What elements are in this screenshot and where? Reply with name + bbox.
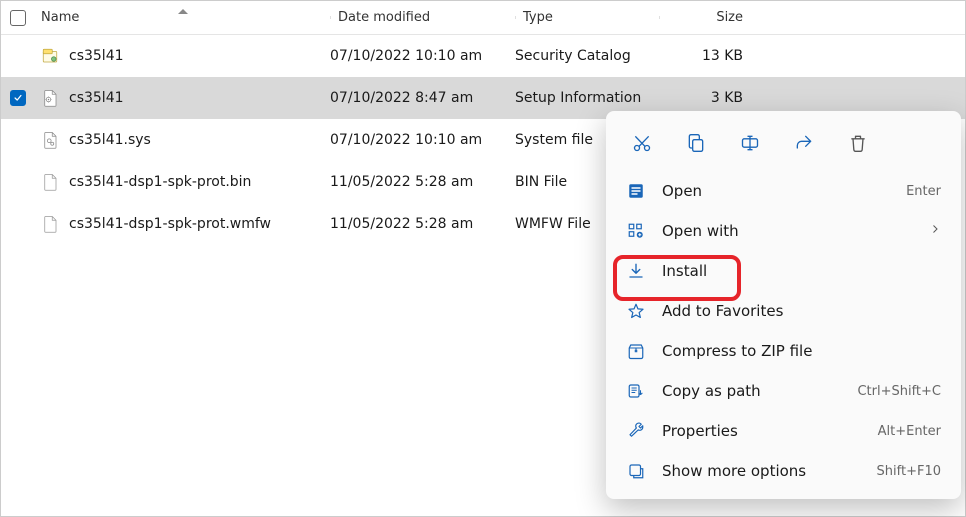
menu-properties[interactable]: Properties Alt+Enter: [614, 411, 953, 451]
file-date: 07/10/2022 10:10 am: [330, 132, 515, 148]
copy-icon: [686, 133, 706, 153]
file-name: cs35l41.sys: [69, 132, 151, 148]
file-name: cs35l41-dsp1-spk-prot.bin: [69, 174, 251, 190]
share-icon: [794, 133, 814, 153]
menu-open-with[interactable]: Open with: [614, 211, 953, 251]
file-name: cs35l41: [69, 48, 124, 64]
menu-open-accel: Enter: [906, 184, 941, 199]
open-with-icon: [626, 221, 646, 241]
menu-properties-accel: Alt+Enter: [878, 424, 941, 439]
properties-icon: [626, 421, 646, 441]
copy-path-icon: [626, 381, 646, 401]
file-type: Setup Information: [515, 90, 659, 106]
quick-actions-row: [614, 119, 953, 171]
file-type: Security Catalog: [515, 48, 659, 64]
open-icon: [626, 181, 646, 201]
file-date: 11/05/2022 5:28 am: [330, 174, 515, 190]
share-button[interactable]: [786, 127, 822, 159]
rename-button[interactable]: [732, 127, 768, 159]
menu-favorites-label: Add to Favorites: [662, 302, 941, 320]
copy-button[interactable]: [678, 127, 714, 159]
file-date: 07/10/2022 8:47 am: [330, 90, 515, 106]
check-icon: [13, 93, 23, 103]
trash-icon: [848, 133, 868, 153]
menu-copy-path[interactable]: Copy as path Ctrl+Shift+C: [614, 371, 953, 411]
file-date: 07/10/2022 10:10 am: [330, 48, 515, 64]
cut-button[interactable]: [624, 127, 660, 159]
column-headers: Name Date modified Type Size: [1, 1, 965, 35]
menu-open[interactable]: Open Enter: [614, 171, 953, 211]
file-date: 11/05/2022 5:28 am: [330, 216, 515, 232]
menu-properties-label: Properties: [662, 422, 862, 440]
menu-compress-label: Compress to ZIP file: [662, 342, 941, 360]
zip-icon: [626, 341, 646, 361]
column-type[interactable]: Type: [515, 10, 659, 25]
generic-file-icon: [41, 215, 59, 233]
install-icon: [626, 261, 646, 281]
menu-install-label: Install: [662, 262, 941, 280]
generic-file-icon: [41, 173, 59, 191]
sort-ascending-icon: [178, 9, 188, 14]
menu-install[interactable]: Install: [614, 251, 953, 291]
column-size-label: Size: [716, 10, 743, 25]
sys-file-icon: [41, 131, 59, 149]
menu-compress[interactable]: Compress to ZIP file: [614, 331, 953, 371]
column-size[interactable]: Size: [659, 10, 761, 25]
star-icon: [626, 301, 646, 321]
file-size: 3 KB: [659, 90, 761, 106]
menu-copy-path-label: Copy as path: [662, 382, 841, 400]
scissors-icon: [632, 133, 652, 153]
column-name-label: Name: [41, 10, 79, 25]
file-name: cs35l41-dsp1-spk-prot.wmfw: [69, 216, 271, 232]
catalog-file-icon: [41, 47, 59, 65]
file-name: cs35l41: [69, 90, 124, 106]
context-menu: Open Enter Open with Install Add to Favo…: [606, 111, 961, 499]
menu-copy-path-accel: Ctrl+Shift+C: [857, 384, 941, 399]
more-options-icon: [626, 461, 646, 481]
chevron-right-icon: [929, 223, 941, 239]
menu-more-accel: Shift+F10: [877, 464, 941, 479]
menu-open-label: Open: [662, 182, 890, 200]
column-type-label: Type: [515, 10, 553, 25]
select-all-checkbox[interactable]: [10, 10, 26, 26]
inf-file-icon: [41, 89, 59, 107]
column-date[interactable]: Date modified: [330, 10, 515, 25]
menu-favorites[interactable]: Add to Favorites: [614, 291, 953, 331]
file-size: 13 KB: [659, 48, 761, 64]
delete-button[interactable]: [840, 127, 876, 159]
file-row[interactable]: cs35l41 07/10/2022 10:10 am Security Cat…: [1, 35, 965, 77]
rename-icon: [740, 133, 760, 153]
column-name[interactable]: Name: [35, 10, 330, 25]
column-date-label: Date modified: [330, 10, 430, 25]
menu-more-label: Show more options: [662, 462, 861, 480]
menu-more-options[interactable]: Show more options Shift+F10: [614, 451, 953, 491]
menu-open-with-label: Open with: [662, 222, 913, 240]
row-checkbox[interactable]: [10, 90, 26, 106]
